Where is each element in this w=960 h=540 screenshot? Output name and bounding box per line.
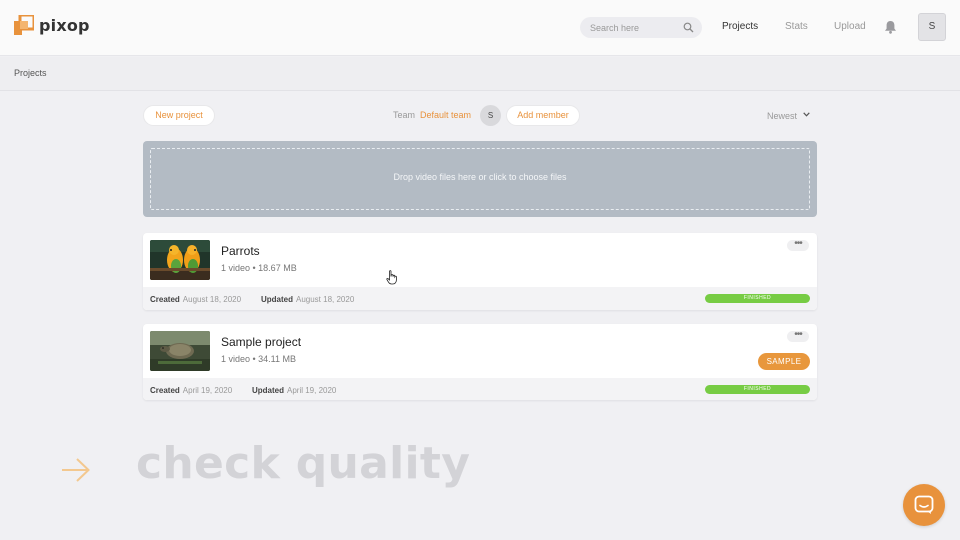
project-card-footer: Created August 18, 2020 Updated August 18,… bbox=[143, 287, 817, 310]
new-project-button[interactable]: New project bbox=[143, 105, 215, 126]
check-quality-caption: check quality bbox=[136, 438, 471, 489]
sample-badge: SAMPLE bbox=[758, 353, 810, 370]
created-date: August 18, 2020 bbox=[182, 295, 242, 304]
updated-info: Updated August 18, 2020 bbox=[261, 295, 354, 304]
parrots-thumbnail[interactable] bbox=[150, 240, 210, 280]
search-icon[interactable] bbox=[683, 22, 694, 33]
project-card-body[interactable]: Sample project 1 video • 34.11 MB ••• SA… bbox=[143, 324, 817, 378]
sort-dropdown[interactable]: Newest bbox=[767, 111, 797, 121]
updated-info: Updated April 19, 2020 bbox=[252, 386, 336, 395]
updated-label: Updated bbox=[252, 386, 284, 395]
status-progress-bar: FINISHED bbox=[705, 385, 810, 394]
project-meta: 1 video • 18.67 MB bbox=[221, 263, 297, 273]
turtle-thumbnail[interactable] bbox=[150, 331, 210, 371]
team-selector[interactable]: Default team bbox=[420, 110, 471, 120]
user-avatar[interactable]: S bbox=[918, 13, 946, 41]
search-input[interactable] bbox=[590, 20, 680, 35]
created-label: Created bbox=[150, 386, 180, 395]
nav-upload[interactable]: Upload bbox=[834, 21, 866, 32]
search-box[interactable] bbox=[580, 17, 702, 38]
logo-mark-icon bbox=[14, 15, 34, 35]
add-member-button[interactable]: Add member bbox=[506, 105, 580, 126]
updated-label: Updated bbox=[261, 295, 293, 304]
breadcrumb: Projects bbox=[0, 57, 960, 91]
pixop-logo[interactable]: pixop bbox=[14, 15, 90, 35]
arrow-right-icon bbox=[62, 458, 90, 482]
hand-cursor-icon bbox=[386, 270, 397, 285]
created-label: Created bbox=[150, 295, 180, 304]
file-dropzone[interactable]: Drop video files here or click to choose… bbox=[143, 141, 817, 217]
updated-date: April 19, 2020 bbox=[287, 386, 337, 395]
updated-date: August 18, 2020 bbox=[296, 295, 355, 304]
nav-stats[interactable]: Stats bbox=[785, 21, 808, 32]
created-info: Created April 19, 2020 bbox=[150, 386, 232, 395]
project-title[interactable]: Sample project bbox=[221, 335, 301, 349]
chevron-down-icon[interactable] bbox=[803, 112, 810, 117]
created-date: April 19, 2020 bbox=[182, 386, 233, 395]
more-options-icon[interactable]: ••• bbox=[787, 239, 809, 251]
bell-icon[interactable] bbox=[884, 20, 897, 34]
project-card[interactable]: Sample project 1 video • 34.11 MB ••• SA… bbox=[143, 324, 817, 400]
nav-projects[interactable]: Projects bbox=[722, 21, 758, 32]
project-title[interactable]: Parrots bbox=[221, 244, 260, 258]
project-meta: 1 video • 34.11 MB bbox=[221, 354, 297, 364]
dropzone-text: Drop video files here or click to choose… bbox=[393, 172, 567, 182]
project-card-footer: Created April 19, 2020 Updated April 19, 2… bbox=[143, 378, 817, 400]
team-member-avatar[interactable]: S bbox=[480, 105, 501, 126]
team-label: Team bbox=[393, 110, 416, 120]
created-info: Created August 18, 2020 bbox=[150, 295, 241, 304]
project-card-body[interactable]: Parrots 1 video • 18.67 MB ••• bbox=[143, 233, 817, 287]
project-card[interactable]: Parrots 1 video • 18.67 MB ••• Created Au… bbox=[143, 233, 817, 310]
chat-icon bbox=[914, 495, 934, 514]
status-progress-bar: FINISHED bbox=[705, 294, 810, 303]
logo-text: pixop bbox=[39, 15, 90, 35]
top-header: pixop Projects Stats Upload S bbox=[0, 0, 960, 56]
chat-launcher-button[interactable] bbox=[903, 484, 945, 526]
breadcrumb-projects[interactable]: Projects bbox=[14, 68, 47, 78]
more-options-icon[interactable]: ••• bbox=[787, 330, 809, 342]
